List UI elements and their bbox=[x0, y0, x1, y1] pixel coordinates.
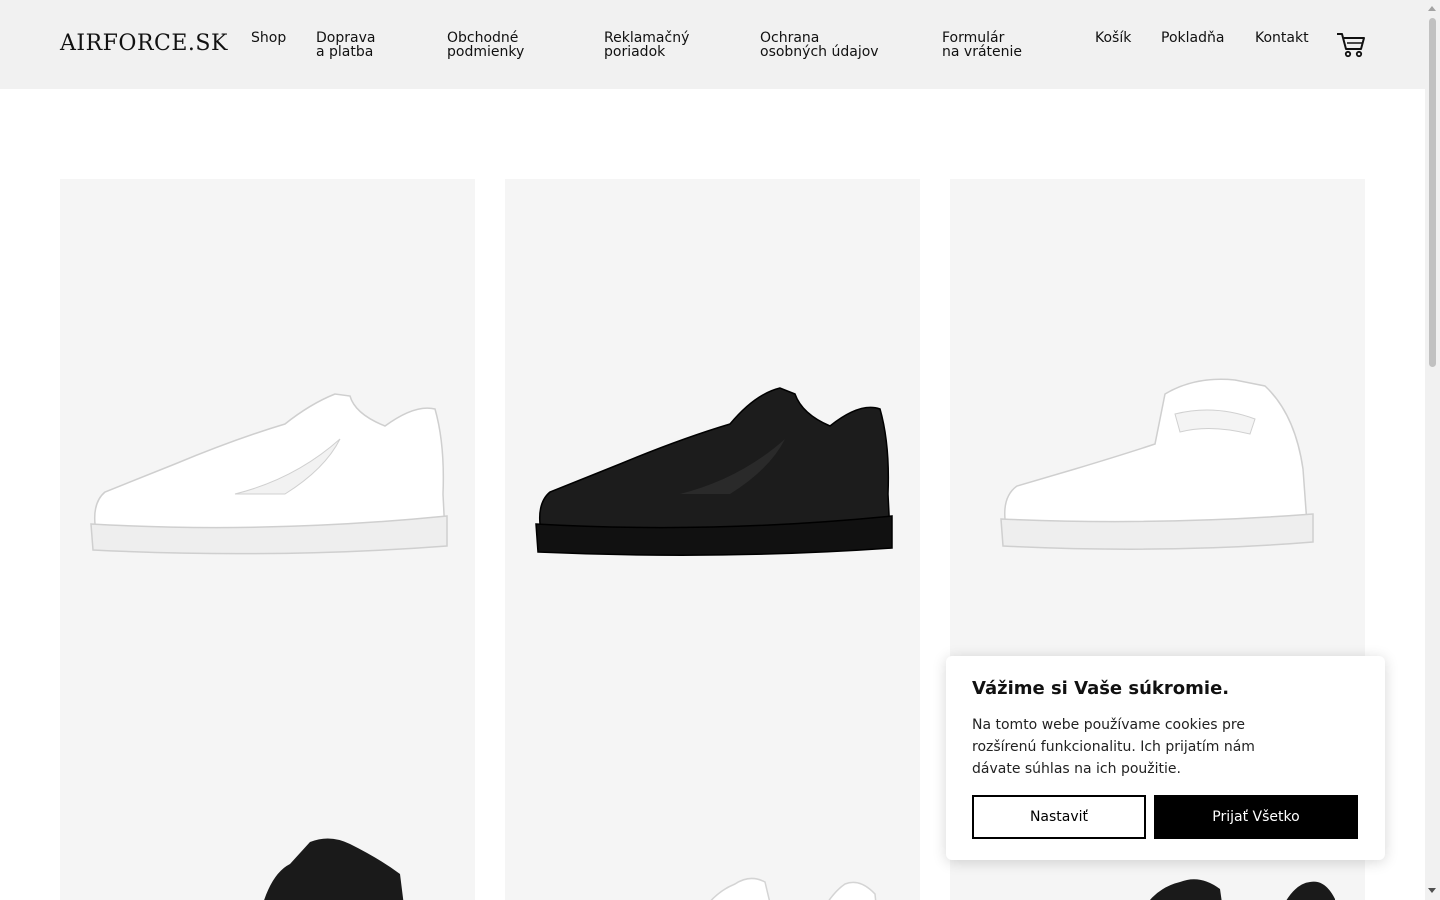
nav-reklamacny-poriadok[interactable]: Reklamačný poriadok bbox=[604, 31, 689, 59]
scroll-thumb[interactable] bbox=[1429, 18, 1436, 367]
product-image bbox=[710, 877, 877, 900]
logo-text: Airforce.sk bbox=[60, 31, 228, 56]
product-card[interactable] bbox=[950, 179, 1365, 659]
scroll-up-icon[interactable] bbox=[1428, 6, 1436, 11]
nav-shop[interactable]: Shop bbox=[251, 31, 286, 45]
product-image bbox=[264, 838, 404, 900]
page-scrollbar[interactable] bbox=[1425, 0, 1440, 900]
nav-kontakt[interactable]: Kontakt bbox=[1255, 31, 1309, 45]
nav-formular-na-vratenie[interactable]: Formulár na vrátenie bbox=[942, 31, 1022, 59]
product-image bbox=[535, 387, 893, 556]
nav-ochrana-osobnych-udajov[interactable]: Ochrana osobných údajov bbox=[760, 31, 879, 59]
cookie-consent-dialog: Vážime si Vaše súkromie. Na tomto webe p… bbox=[946, 656, 1385, 860]
site-logo[interactable]: Airforce.sk bbox=[60, 31, 228, 56]
product-image bbox=[1000, 378, 1314, 550]
cookie-settings-button[interactable]: Nastaviť bbox=[972, 795, 1146, 839]
product-card[interactable] bbox=[505, 659, 920, 900]
product-card[interactable] bbox=[60, 659, 475, 900]
product-image bbox=[90, 393, 448, 555]
nav-kosik[interactable]: Košík bbox=[1095, 31, 1131, 45]
product-card[interactable] bbox=[60, 179, 475, 659]
product-card[interactable] bbox=[505, 179, 920, 659]
scroll-down-icon[interactable] bbox=[1428, 888, 1436, 893]
cookie-title: Vážime si Vaše súkromie. bbox=[972, 678, 1230, 699]
cookie-accept-all-button[interactable]: Prijať Všetko bbox=[1154, 795, 1358, 839]
site-header: Airforce.sk Shop Doprava a platba Obchod… bbox=[0, 0, 1425, 89]
nav-obchodne-podmienky[interactable]: Obchodné podmienky bbox=[447, 31, 524, 59]
cookie-text: Na tomto webe používame cookies pre rozš… bbox=[972, 717, 1255, 777]
nav-doprava-a-platba[interactable]: Doprava a platba bbox=[316, 31, 375, 59]
cart-icon[interactable] bbox=[1336, 31, 1366, 59]
nav-pokladna[interactable]: Pokladňa bbox=[1161, 31, 1224, 45]
product-image bbox=[1149, 879, 1336, 900]
